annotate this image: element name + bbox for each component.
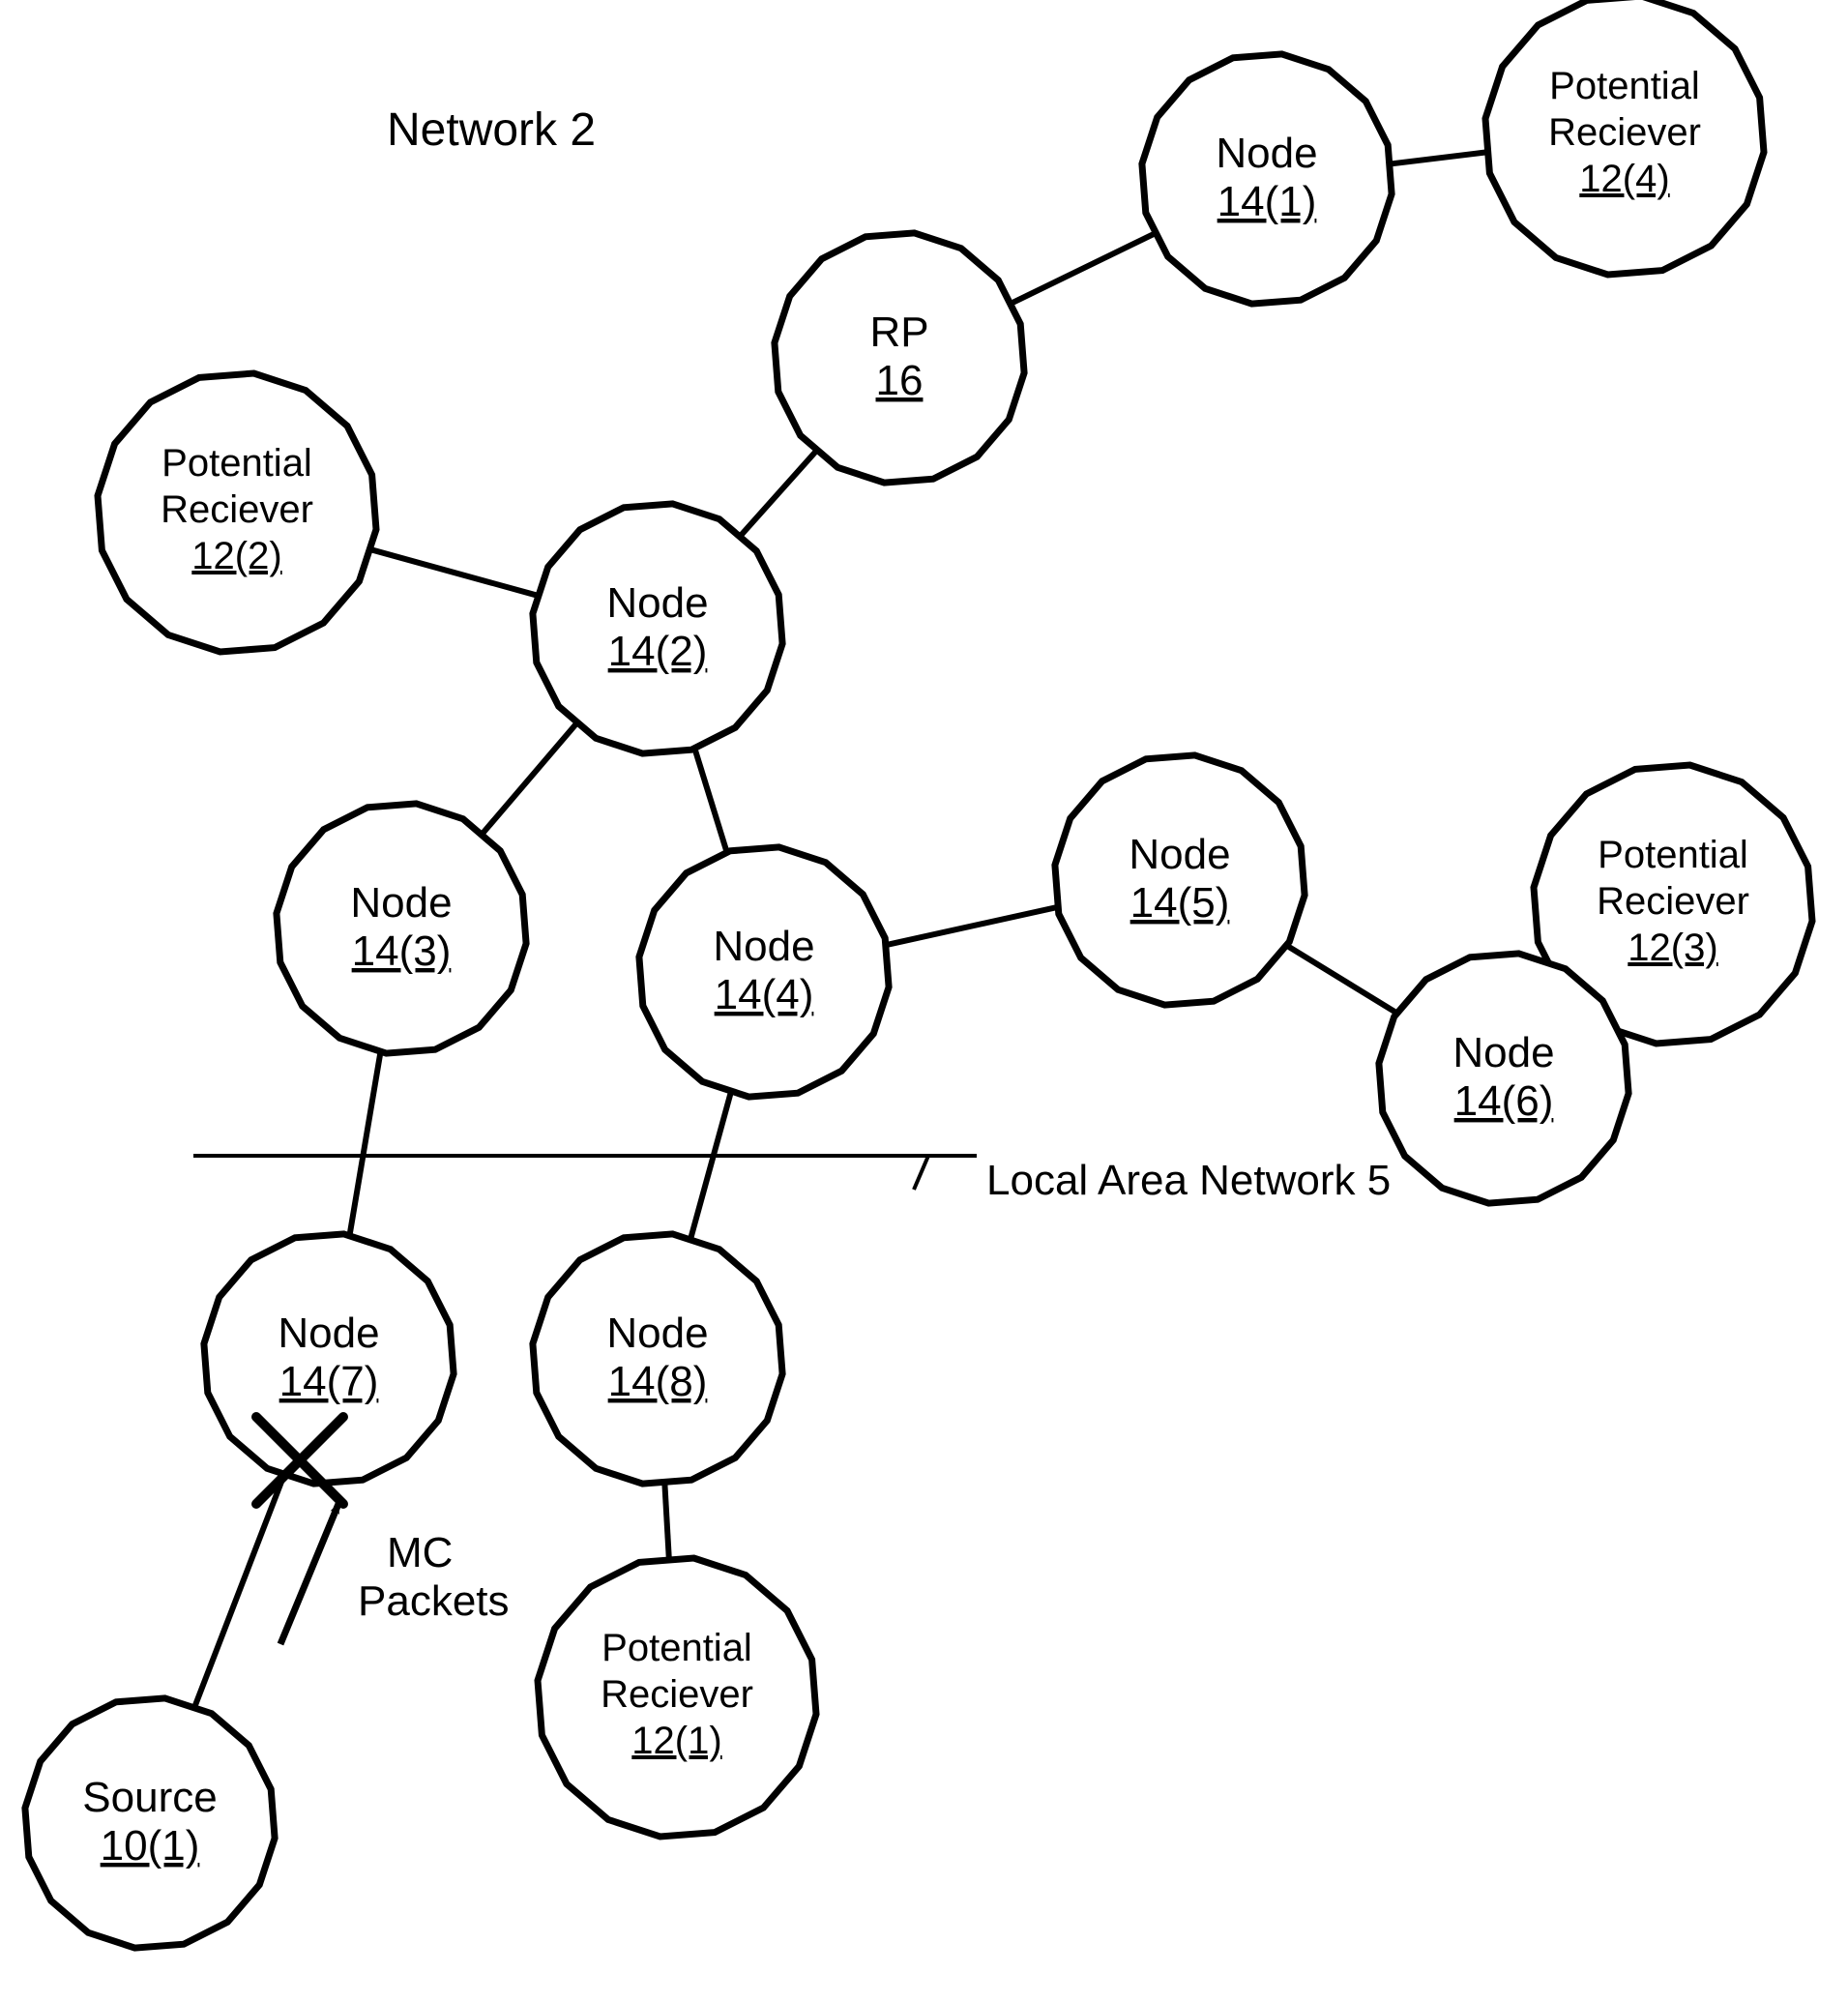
node-n14_1-line2: 14(1) xyxy=(1217,178,1317,225)
node-pr12_3-line1: Potential xyxy=(1598,834,1748,876)
node-n14_1: Node14(1) xyxy=(1142,54,1392,304)
diagram-title: Network 2 xyxy=(387,104,596,156)
nodes-layer: RP16Node14(1)PotentialReciever12(4)Poten… xyxy=(25,0,1812,1948)
node-rp-line1: RP xyxy=(869,309,928,356)
node-n14_6-line1: Node xyxy=(1452,1029,1554,1076)
mc-packets-arrow xyxy=(280,1504,338,1644)
node-n14_6-line2: 14(6) xyxy=(1454,1077,1554,1125)
node-n14_2: Node14(2) xyxy=(533,504,782,753)
node-n14_2-line1: Node xyxy=(606,579,708,627)
edge-n14_5-n14_6 xyxy=(1287,946,1396,1013)
edge-n14_2-pr12_2 xyxy=(372,550,537,596)
node-rp-line2: 16 xyxy=(876,357,924,404)
node-rp: RP16 xyxy=(775,233,1024,483)
node-n14_8-line2: 14(8) xyxy=(608,1358,708,1405)
node-n14_5-line2: 14(5) xyxy=(1130,879,1230,927)
node-n14_5-line1: Node xyxy=(1129,831,1230,878)
edge-n14_7-src xyxy=(195,1476,283,1705)
edge-n14_1-pr12_4 xyxy=(1392,153,1485,164)
node-n14_6: Node14(6) xyxy=(1379,954,1628,1203)
node-n14_7-line2: 14(7) xyxy=(279,1358,379,1405)
edge-n14_3-n14_7 xyxy=(350,1052,381,1235)
node-n14_4-line1: Node xyxy=(713,923,814,970)
network-diagram: Local Area Network 5 RP16Node14(1)Potent… xyxy=(0,0,1848,2002)
node-n14_1-line1: Node xyxy=(1216,130,1317,177)
node-pr12_1-line2: Reciever xyxy=(601,1673,753,1716)
node-src-line2: 10(1) xyxy=(101,1822,200,1870)
edge-n14_4-n14_5 xyxy=(887,907,1057,945)
node-pr12_4-line2: Reciever xyxy=(1548,111,1701,154)
node-pr12_2-line3: 12(2) xyxy=(191,535,281,577)
edge-rp-n14_1 xyxy=(1012,234,1154,303)
node-pr12_1-line3: 12(1) xyxy=(631,1720,721,1762)
node-pr12_3-line3: 12(3) xyxy=(1628,927,1717,969)
node-pr12_4-line3: 12(4) xyxy=(1579,158,1669,200)
node-pr12_2: PotentialReciever12(2) xyxy=(98,373,376,652)
node-pr12_4: PotentialReciever12(4) xyxy=(1485,0,1764,275)
node-pr12_1: PotentialReciever12(1) xyxy=(538,1558,816,1837)
edge-n14_2-n14_4 xyxy=(694,749,726,852)
node-n14_3-line2: 14(3) xyxy=(352,927,452,975)
node-n14_4-line2: 14(4) xyxy=(715,971,814,1018)
edge-rp-n14_2 xyxy=(742,452,816,535)
node-src-line1: Source xyxy=(82,1774,217,1821)
node-n14_4: Node14(4) xyxy=(639,847,889,1097)
node-n14_3: Node14(3) xyxy=(277,804,526,1053)
mc-label-2: Packets xyxy=(358,1577,510,1625)
node-src: Source10(1) xyxy=(25,1698,275,1948)
node-n14_7: Node14(7) xyxy=(204,1234,454,1484)
lan-line: Local Area Network 5 xyxy=(193,1156,1391,1204)
node-n14_2-line2: 14(2) xyxy=(608,628,708,675)
edge-n14_2-n14_3 xyxy=(483,724,575,833)
node-pr12_3-line2: Reciever xyxy=(1597,880,1749,923)
lan-label: Local Area Network 5 xyxy=(986,1157,1391,1204)
node-n14_8-line1: Node xyxy=(606,1310,708,1357)
edge-n14_4-n14_8 xyxy=(690,1093,730,1237)
node-n14_7-line1: Node xyxy=(278,1310,379,1357)
node-n14_8: Node14(8) xyxy=(533,1234,782,1484)
node-pr12_2-line1: Potential xyxy=(161,442,312,485)
node-pr12_1-line1: Potential xyxy=(601,1627,752,1669)
node-n14_3-line1: Node xyxy=(350,879,452,927)
edge-n14_8-pr12_1 xyxy=(664,1485,668,1557)
node-pr12_2-line2: Reciever xyxy=(161,488,313,531)
mc-label-1: MC xyxy=(387,1529,453,1576)
node-n14_5: Node14(5) xyxy=(1055,755,1305,1005)
node-pr12_4-line1: Potential xyxy=(1549,65,1700,107)
lan-tick xyxy=(914,1156,928,1190)
